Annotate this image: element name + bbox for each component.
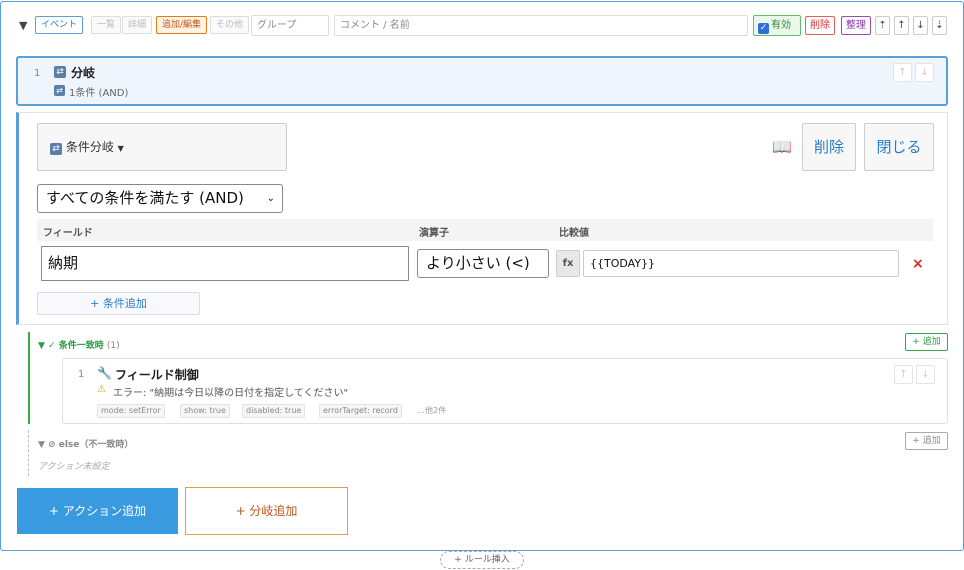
else-branch-line xyxy=(28,430,29,476)
condition-field-input[interactable]: 納期 xyxy=(41,246,409,281)
formula-button[interactable]: fx xyxy=(556,250,580,277)
add-action-button[interactable]: + アクション追加 xyxy=(17,488,178,534)
operator-column-header: 演算子 xyxy=(419,228,449,239)
then-branch-label[interactable]: ▼ ✓ 条件一致時 (1) xyxy=(38,338,120,351)
action-error-text: エラー: "納期は今日以降の日付を指定してください" xyxy=(113,388,349,399)
field-column-header: フィールド xyxy=(43,228,93,239)
delete-rule-button[interactable]: 削除 xyxy=(805,16,835,35)
condition-editor: ⇄ 条件分岐 ▼ 📖 削除 閉じる すべての条件を満たす (AND) ⌄ フィー… xyxy=(16,112,948,325)
condition-icon: ⇄ xyxy=(54,85,65,96)
condition-header-row: フィールド 演算子 比較値 xyxy=(37,219,933,241)
branch-type-label: 条件分岐 xyxy=(65,140,114,154)
insert-rule-button[interactable]: + ルール挿入 xyxy=(440,551,524,569)
action-up-button[interactable]: ↑ xyxy=(894,365,913,384)
branch-down-button[interactable]: ↓ xyxy=(915,63,934,82)
add-condition-button[interactable]: + 条件追加 xyxy=(37,292,200,315)
no-action-text: アクション未設定 xyxy=(38,462,110,472)
organize-button[interactable]: 整理 xyxy=(841,16,871,35)
move-top-button[interactable]: ⇡ xyxy=(875,16,890,35)
other-tag-button[interactable]: その他 xyxy=(210,16,250,34)
delete-branch-button[interactable]: 削除 xyxy=(802,123,856,171)
more-params-text: …他2件 xyxy=(417,406,447,415)
branch-summary: 1条件 (AND) xyxy=(69,88,129,99)
warning-icon: ⚠ xyxy=(97,384,106,395)
then-label-text: ▼ ✓ 条件一致時 xyxy=(38,341,104,351)
event-tag-button[interactable]: イベント xyxy=(35,16,84,34)
then-branch-line xyxy=(28,332,30,424)
checkbox-icon: ✓ xyxy=(758,23,769,34)
branch-type-dropdown[interactable]: ⇄ 条件分岐 ▼ xyxy=(37,123,287,171)
move-down-button[interactable]: ↓ xyxy=(913,16,928,35)
detail-tag-button[interactable]: 詳細 xyxy=(122,16,153,34)
branch-up-button[interactable]: ↑ xyxy=(893,63,912,82)
action-title: フィールド制御 xyxy=(115,368,199,382)
book-icon[interactable]: 📖 xyxy=(772,137,792,156)
field-control-action-card[interactable]: 1 🔧 フィールド制御 ⚠ エラー: "納期は今日以降の日付を指定してください"… xyxy=(62,358,948,424)
then-add-button[interactable]: + 追加 xyxy=(905,333,948,351)
action-down-button[interactable]: ↓ xyxy=(916,365,935,384)
add-edit-tag-button[interactable]: 追加/編集 xyxy=(156,16,208,34)
branch-type-icon: ⇄ xyxy=(50,143,62,155)
branch-icon: ⇄ xyxy=(54,66,66,78)
wrench-icon: 🔧 xyxy=(97,366,112,380)
operator-select[interactable]: より小さい (<) xyxy=(417,249,549,278)
collapse-toggle-icon[interactable]: ▼ xyxy=(19,19,27,32)
param-tag: show: true xyxy=(180,404,230,418)
operator-value: より小さい (<) xyxy=(426,254,530,272)
value-column-header: 比較値 xyxy=(559,228,589,239)
action-number: 1 xyxy=(78,369,85,380)
caret-down-icon: ▼ xyxy=(117,144,124,153)
comment-input[interactable]: コメント / 名前 xyxy=(334,15,748,36)
remove-condition-icon[interactable]: × xyxy=(912,256,924,272)
compare-value-input[interactable]: {{TODAY}} xyxy=(583,250,899,277)
branch-title: 分岐 xyxy=(71,66,96,80)
match-mode-value: すべての条件を満たす (AND) xyxy=(46,189,244,207)
group-input[interactable]: グループ xyxy=(251,15,329,36)
enabled-label: 有効 xyxy=(771,20,791,31)
chevron-down-icon: ⌄ xyxy=(266,193,275,204)
else-branch-label[interactable]: ▼ ⊘ else（不一致時） xyxy=(38,437,133,450)
enabled-toggle[interactable]: ✓ 有効 xyxy=(753,15,801,36)
branch-number: 1 xyxy=(34,68,41,79)
match-mode-select[interactable]: すべての条件を満たす (AND) ⌄ xyxy=(37,184,283,213)
branch-card[interactable]: 1 ⇄ 分岐 ⇄ 1条件 (AND) ↑ ↓ xyxy=(16,56,948,106)
move-up-button[interactable]: ↑ xyxy=(894,16,909,35)
move-bottom-button[interactable]: ⇣ xyxy=(932,16,947,35)
add-branch-button[interactable]: + 分岐追加 xyxy=(185,487,348,535)
then-count: (1) xyxy=(106,341,120,351)
param-tag: mode: setError xyxy=(97,404,165,418)
list-tag-button[interactable]: 一覧 xyxy=(91,16,122,34)
param-tag: disabled: true xyxy=(242,404,306,418)
else-add-button[interactable]: + 追加 xyxy=(905,432,948,450)
close-button[interactable]: 閉じる xyxy=(864,123,934,171)
param-tag: errorTarget: record xyxy=(319,404,402,418)
